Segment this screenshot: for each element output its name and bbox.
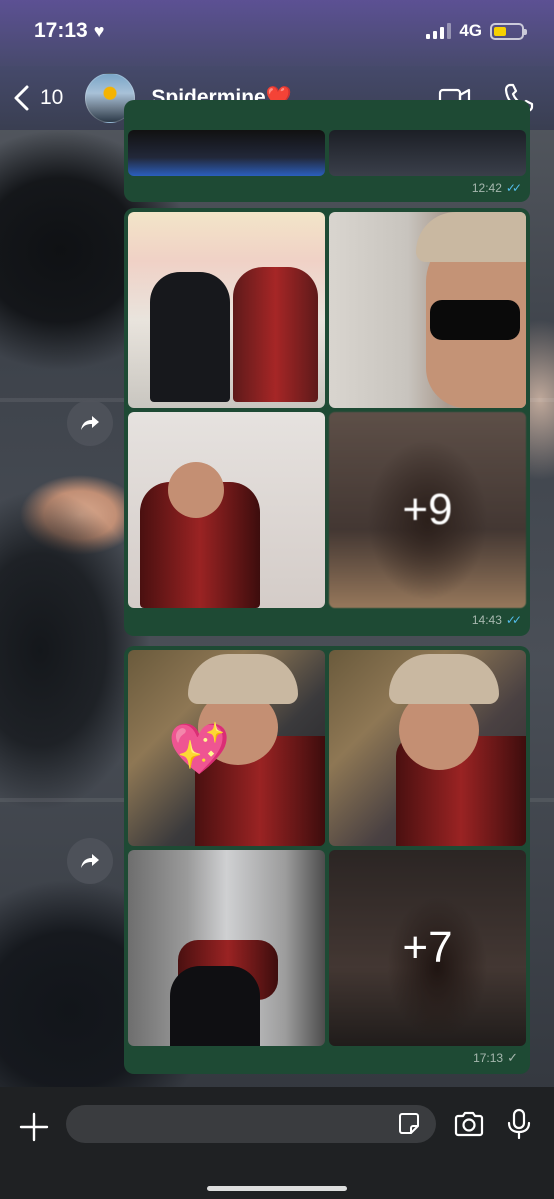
battery-fill [494, 26, 506, 36]
forward-icon [81, 416, 99, 430]
message-meta: 12:42 ✓✓ [128, 176, 526, 200]
photo-grid: +9 [128, 212, 526, 608]
status-bar: 17:13 ♥ 4G [0, 0, 554, 66]
back-button[interactable]: 10 [10, 83, 63, 113]
message-input[interactable] [66, 1105, 436, 1143]
forward-button[interactable] [67, 838, 113, 884]
signal-icon [426, 23, 452, 39]
message-bubble-3[interactable]: 💖 +7 17:13 ✓ [124, 646, 530, 1074]
photo-thumbnail[interactable] [329, 212, 526, 408]
photo-thumbnail[interactable] [128, 850, 325, 1046]
photo-grid: 💖 +7 [128, 650, 526, 1046]
unread-count: 10 [40, 86, 64, 109]
more-photos-count: +9 [329, 412, 526, 608]
chevron-left-icon [14, 85, 29, 111]
status-time: 17:13 [34, 19, 88, 42]
photo-thumbnail[interactable] [128, 212, 325, 408]
read-ticks-icon: ✓✓ [505, 613, 522, 627]
photo-thumbnail[interactable] [128, 130, 325, 176]
sticker-icon[interactable] [396, 1111, 422, 1137]
photo-thumbnail[interactable]: 💖 [128, 650, 325, 846]
photo-thumbnail-more[interactable]: +7 [329, 850, 526, 1046]
home-indicator [207, 1186, 347, 1191]
message-time: 17:13 [473, 1051, 504, 1065]
network-type: 4G [459, 21, 482, 40]
message-bubble-2[interactable]: +9 14:43 ✓✓ [124, 208, 530, 636]
photo-thumbnail[interactable] [329, 130, 526, 176]
photo-thumbnail[interactable] [128, 412, 325, 608]
battery-icon [490, 22, 527, 40]
sent-tick-icon: ✓ [507, 1050, 518, 1065]
plus-icon[interactable] [18, 1111, 50, 1143]
camera-icon[interactable] [452, 1107, 486, 1141]
photo-thumbnail[interactable] [329, 650, 526, 846]
message-time: 14:43 [471, 613, 502, 627]
more-photos-count: +7 [329, 850, 526, 1046]
status-time-group: 17:13 ♥ [34, 19, 104, 43]
photo-grid [128, 130, 526, 176]
message-input-wrap [66, 1105, 436, 1143]
message-meta: 14:43 ✓✓ [128, 608, 526, 632]
heart-icon: ♥ [93, 20, 105, 41]
microphone-icon[interactable] [502, 1107, 536, 1141]
heart-sticker-icon: 💖 [168, 721, 231, 777]
message-meta: 17:13 ✓ [128, 1046, 526, 1070]
photo-thumbnail-more[interactable]: +9 [329, 412, 526, 608]
forward-button[interactable] [67, 400, 113, 446]
message-time: 12:42 [471, 181, 502, 195]
status-indicators: 4G [426, 21, 527, 41]
read-ticks-icon: ✓✓ [505, 181, 522, 195]
message-input-bar [0, 1087, 554, 1199]
forward-icon [81, 854, 99, 868]
message-bubble-1[interactable]: 12:42 ✓✓ [124, 100, 530, 202]
